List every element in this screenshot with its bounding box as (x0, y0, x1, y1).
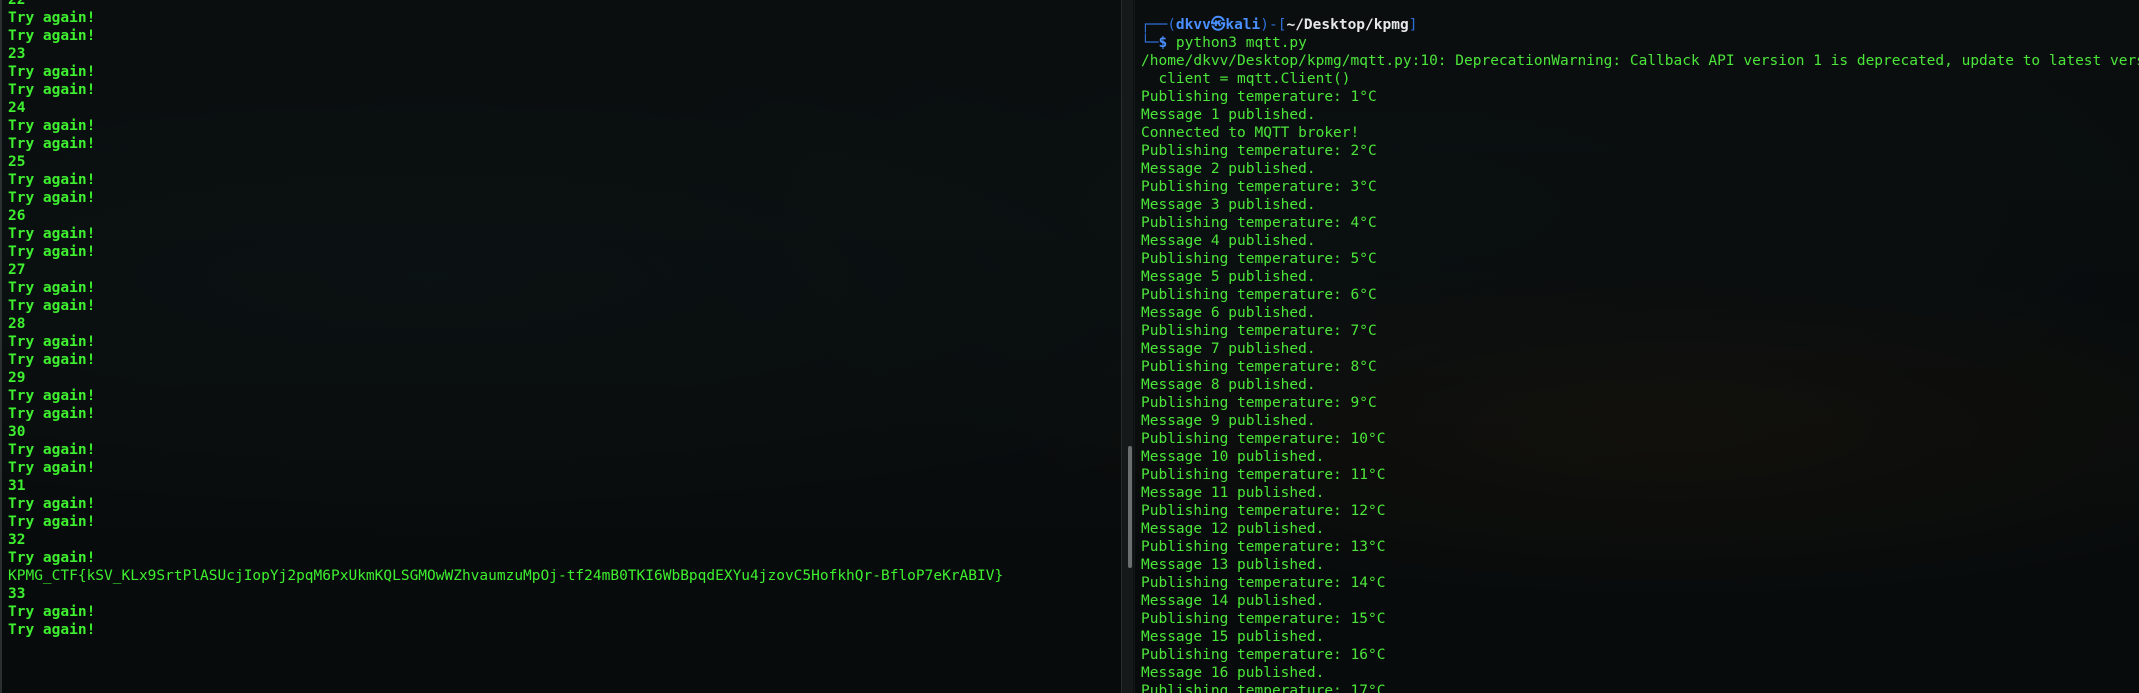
terminal-line: 29 (8, 370, 26, 386)
terminal-line: Message 16 published. (1141, 665, 1325, 681)
shell-prompt-command: └─$ python3 mqtt.py (1141, 34, 2139, 52)
terminal-line: Try again! (8, 136, 96, 152)
terminal-line: Try again! (8, 406, 96, 422)
terminal-line: Try again! (8, 550, 96, 566)
terminal-line: Publishing temperature: 12°C (1141, 503, 1386, 519)
terminal-line: 24 (8, 100, 26, 116)
ctf-flag-line: KPMG_CTF{kSV_KLx9SrtPlASUcjIopYj2pqM6PxU… (8, 568, 1004, 584)
terminal-line: Publishing temperature: 7°C (1141, 323, 1377, 339)
terminal-line: Publishing temperature: 3°C (1141, 179, 1377, 195)
terminal-line: Publishing temperature: 9°C (1141, 395, 1377, 411)
terminal-line: 25 (8, 154, 26, 170)
terminal-line: Message 14 published. (1141, 593, 1325, 609)
terminal-line: Try again! (8, 280, 96, 296)
terminal-line: Try again! (8, 352, 96, 368)
terminal-line: Try again! (8, 604, 96, 620)
prompt-path: ~/Desktop/kpmg (1286, 17, 1409, 33)
terminal-line: Message 13 published. (1141, 557, 1325, 573)
terminal-line: Message 6 published. (1141, 305, 1316, 321)
terminal-line: Try again! (8, 226, 96, 242)
terminal-line: 23 (8, 46, 26, 62)
terminal-line: /home/dkvv/Desktop/kpmg/mqtt.py:10: Depr… (1141, 53, 2139, 69)
terminal-line: Try again! (8, 28, 96, 44)
terminal-line: Publishing temperature: 15°C (1141, 611, 1386, 627)
terminal-line: Try again! (8, 334, 96, 350)
terminal-line: Message 9 published. (1141, 413, 1316, 429)
prompt-user: dkvv (1175, 17, 1211, 33)
terminal-line: Message 4 published. (1141, 233, 1316, 249)
prompt-dollar: $ (1158, 35, 1168, 51)
prompt-close: ] (1408, 17, 1418, 33)
terminal-line: Publishing temperature: 11°C (1141, 467, 1386, 483)
prompt-host: kali (1225, 17, 1261, 33)
prompt-separator: )-[ (1260, 17, 1287, 33)
terminal-line: Message 2 published. (1141, 161, 1316, 177)
terminal-line: Publishing temperature: 6°C (1141, 287, 1377, 303)
terminal-line: 30 (8, 424, 26, 440)
scrollbar-thumb[interactable] (1128, 446, 1132, 568)
terminal-line: Try again! (8, 118, 96, 134)
command-text: python3 mqtt.py (1167, 35, 1307, 51)
terminal-right[interactable]: ┌──(dkvv㉿kali)-[~/Desktop/kpmg] └─$ pyth… (1133, 0, 2139, 693)
terminal-line: 28 (8, 316, 26, 332)
terminal-line: Message 12 published. (1141, 521, 1325, 537)
terminal-line: Try again! (8, 514, 96, 530)
terminal-line: Try again! (8, 460, 96, 476)
terminal-line: Message 15 published. (1141, 629, 1325, 645)
terminal-line: Try again! (8, 82, 96, 98)
terminal-line: Try again! (8, 388, 96, 404)
terminal-line: Try again! (8, 172, 96, 188)
terminal-left-output: 22 Try again! Try again! 23 Try again! T… (8, 0, 1003, 639)
shell-prompt-header: ┌──(dkvv㉿kali)-[~/Desktop/kpmg] (1141, 16, 2139, 34)
terminal-line: Publishing temperature: 1°C (1141, 89, 1377, 105)
terminal-line: Message 7 published. (1141, 341, 1316, 357)
terminal-line: client = mqtt.Client() (1141, 71, 1351, 87)
terminal-line: Try again! (8, 10, 96, 26)
prompt-at: ㉿ (1210, 17, 1226, 33)
terminal-line: Publishing temperature: 16°C (1141, 647, 1386, 663)
terminal-line: Publishing temperature: 8°C (1141, 359, 1377, 375)
terminal-line: Message 5 published. (1141, 269, 1316, 285)
terminal-line: Publishing temperature: 4°C (1141, 215, 1377, 231)
prompt-box-top: ┌──( (1141, 17, 1176, 33)
terminal-line: Publishing temperature: 13°C (1141, 539, 1386, 555)
terminal-line: 31 (8, 478, 26, 494)
terminal-line: Try again! (8, 190, 96, 206)
terminal-right-output: ┌──(dkvv㉿kali)-[~/Desktop/kpmg] └─$ pyth… (1141, 16, 2139, 693)
terminal-line: Try again! (8, 496, 96, 512)
terminal-line: Publishing temperature: 10°C (1141, 431, 1386, 447)
terminal-line: 33 (8, 586, 26, 602)
terminal-line: Message 1 published. (1141, 107, 1316, 123)
terminal-left[interactable]: 22 Try again! Try again! 23 Try again! T… (0, 0, 1123, 693)
terminal-line: Message 3 published. (1141, 197, 1316, 213)
terminal-line: 22 (8, 0, 26, 8)
terminal-line: 26 (8, 208, 26, 224)
terminal-line: Publishing temperature: 17°C (1141, 683, 1386, 693)
terminal-line: 32 (8, 532, 26, 548)
terminal-line: Message 11 published. (1141, 485, 1325, 501)
terminal-line: Publishing temperature: 5°C (1141, 251, 1377, 267)
terminal-line: Connected to MQTT broker! (1141, 125, 1360, 141)
terminal-line: Try again! (8, 298, 96, 314)
terminal-line: Try again! (8, 244, 96, 260)
terminal-line: Try again! (8, 442, 96, 458)
terminal-line: Message 8 published. (1141, 377, 1316, 393)
prompt-box-bottom: └─ (1141, 35, 1159, 51)
terminal-line: Message 10 published. (1141, 449, 1325, 465)
terminal-line: 27 (8, 262, 26, 278)
terminal-line: Publishing temperature: 14°C (1141, 575, 1386, 591)
terminal-line: Try again! (8, 64, 96, 80)
terminal-line: Try again! (8, 622, 96, 638)
terminal-line: Publishing temperature: 2°C (1141, 143, 1377, 159)
